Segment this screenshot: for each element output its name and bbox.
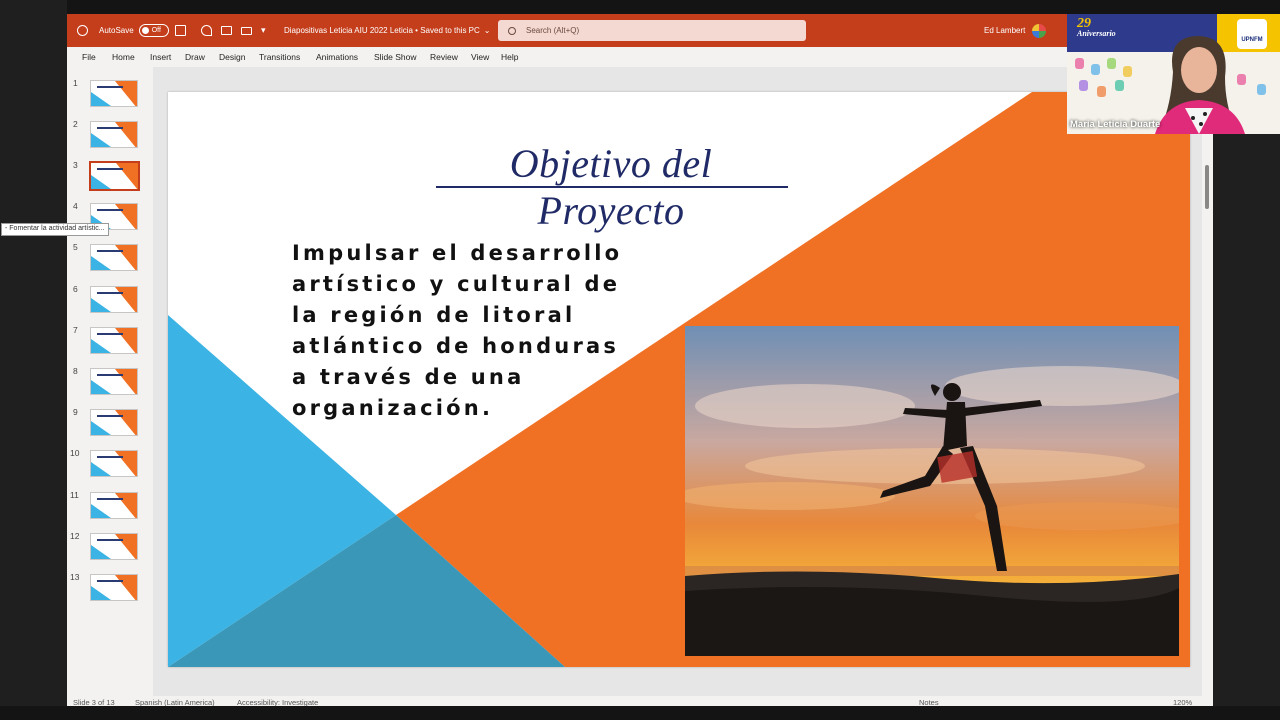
thumbnail-number: 11 <box>70 490 79 500</box>
slide-body-text[interactable]: Impulsar el desarrollo artístico y cultu… <box>292 238 672 424</box>
thumbnail-number: 3 <box>73 160 78 170</box>
hand-print-icon <box>1257 84 1266 95</box>
undo-icon[interactable] <box>201 14 212 47</box>
body-line: artístico y cultural de <box>292 272 621 296</box>
autosave-label: AutoSave <box>99 26 134 35</box>
open-folder-icon[interactable] <box>221 14 232 47</box>
sunset-runner-photo[interactable] <box>685 326 1179 656</box>
vertical-scrollbar[interactable] <box>1202 67 1213 696</box>
status-bar: Slide 3 of 13 Spanish (Latin America) Ac… <box>67 696 1213 706</box>
participant-name: Maria Leticia Duarte <box>1070 119 1161 130</box>
present-icon[interactable] <box>241 14 252 47</box>
tab-home[interactable]: Home <box>112 52 135 62</box>
avatar <box>1032 23 1047 38</box>
slide-counter: Slide 3 of 13 <box>73 698 115 706</box>
autosave-state: Off <box>151 27 161 34</box>
tab-animations[interactable]: Animations <box>316 52 358 62</box>
left-border <box>0 0 67 720</box>
thumbnail-number: 10 <box>70 448 80 458</box>
tab-file[interactable]: File <box>82 52 96 62</box>
hand-print-icon <box>1079 80 1088 91</box>
hand-print-icon <box>1123 66 1132 77</box>
thumbnail-slide-8[interactable] <box>90 368 138 395</box>
accessibility-status[interactable]: Accessibility: Investigate <box>237 698 318 706</box>
title-underline <box>436 186 788 188</box>
thumbnail-slide-2[interactable] <box>90 121 138 148</box>
body-line: a través de una <box>292 365 525 389</box>
thumbnail-number: 8 <box>73 366 78 376</box>
anniversary-label: Aniversario <box>1077 29 1116 38</box>
toggle-knob-icon <box>141 27 149 34</box>
scrollbar-thumb[interactable] <box>1205 165 1209 209</box>
save-icon[interactable] <box>175 14 186 47</box>
hand-print-icon <box>1091 64 1100 75</box>
account-area[interactable]: Ed Lambert <box>984 14 1047 47</box>
zoom-level[interactable]: 120% <box>1173 698 1192 706</box>
search-box[interactable]: Search (Alt+Q) <box>498 20 806 41</box>
screen: AutoSave Off ▾ Diapositivas Leticia AIU … <box>0 0 1280 720</box>
video-participant-tile[interactable]: 29 Aniversario UPNFM Maria Leticia Duart… <box>1067 14 1280 134</box>
document-title[interactable]: Diapositivas Leticia AIU 2022 Leticia • … <box>284 14 491 47</box>
body-line: la región de litoral <box>292 303 576 327</box>
tab-draw[interactable]: Draw <box>185 52 205 62</box>
user-name: Ed Lambert <box>984 26 1026 35</box>
language-indicator[interactable]: Spanish (Latin America) <box>135 698 215 706</box>
autosave-toggle[interactable]: Off <box>138 24 169 37</box>
tab-view[interactable]: View <box>471 52 489 62</box>
search-placeholder: Search (Alt+Q) <box>526 26 580 35</box>
search-icon <box>508 26 516 35</box>
thumbnail-number: 12 <box>70 531 80 541</box>
thumbnail-slide-11[interactable] <box>90 492 138 519</box>
thumbnail-number: 1 <box>73 78 78 88</box>
thumbnail-slide-5[interactable] <box>90 244 138 271</box>
chevron-down-icon: ⌄ <box>483 26 491 35</box>
anniversary-badge: 29 Aniversario <box>1077 16 1116 38</box>
slide-canvas: Objetivo del Proyecto Impulsar el desarr… <box>153 67 1202 696</box>
thumbnail-number: 2 <box>73 119 78 129</box>
thumbnail-number: 9 <box>73 407 78 417</box>
thumbnail-number: 6 <box>73 284 78 294</box>
notes-button[interactable]: Notes <box>919 698 939 706</box>
current-slide[interactable]: Objetivo del Proyecto Impulsar el desarr… <box>168 92 1190 667</box>
thumbnail-slide-12[interactable] <box>90 533 138 560</box>
tab-review[interactable]: Review <box>430 52 458 62</box>
thumbnail-slide-10[interactable] <box>90 450 138 477</box>
thumbnail-number: 7 <box>73 325 78 335</box>
tab-insert[interactable]: Insert <box>150 52 171 62</box>
thumbnail-number: 13 <box>70 572 80 582</box>
autosave-control[interactable]: AutoSave Off <box>99 14 169 47</box>
thumbnail-number: 4 <box>73 201 78 211</box>
top-border <box>0 0 1280 14</box>
tab-help[interactable]: Help <box>501 52 518 62</box>
thumbnail-slide-6[interactable] <box>90 286 138 313</box>
hand-print-icon <box>1115 80 1124 91</box>
slide-thumbnails-pane: 1 2 3 4 5 6 7 8 9 10 11 12 13 <box>67 67 153 696</box>
ribbon-tabs: File Home Insert Draw Design Transitions… <box>67 47 1213 67</box>
title-bar: AutoSave Off ▾ Diapositivas Leticia AIU … <box>67 14 1213 47</box>
right-border <box>1213 134 1280 720</box>
hand-print-icon <box>1097 86 1106 97</box>
hand-print-icon <box>1075 58 1084 69</box>
body-line: Impulsar el desarrollo <box>292 241 623 265</box>
tab-transitions[interactable]: Transitions <box>259 52 300 62</box>
powerpoint-window: AutoSave Off ▾ Diapositivas Leticia AIU … <box>67 14 1213 706</box>
thumbnail-slide-7[interactable] <box>90 327 138 354</box>
document-title-text: Diapositivas Leticia AIU 2022 Leticia • … <box>284 26 480 35</box>
customize-toolbar-icon[interactable]: ▾ <box>261 14 266 47</box>
powerpoint-logo-icon <box>77 14 88 47</box>
bottom-border <box>0 706 1280 720</box>
thumbnail-slide-1[interactable] <box>90 80 138 107</box>
thumbnail-number: 5 <box>73 242 78 252</box>
body-line: atlántico de honduras <box>292 334 620 358</box>
participant-video-icon <box>1155 36 1245 134</box>
tab-design[interactable]: Design <box>219 52 245 62</box>
hand-print-icon <box>1107 58 1116 69</box>
thumbnail-slide-13[interactable] <box>90 574 138 601</box>
body-line: organización. <box>292 396 494 420</box>
thumbnail-slide-9[interactable] <box>90 409 138 436</box>
thumbnail-slide-3[interactable] <box>89 161 140 191</box>
thumbnail-tooltip: - Fomentar la actividad artístic... <box>1 223 109 236</box>
tab-slide-show[interactable]: Slide Show <box>374 52 417 62</box>
